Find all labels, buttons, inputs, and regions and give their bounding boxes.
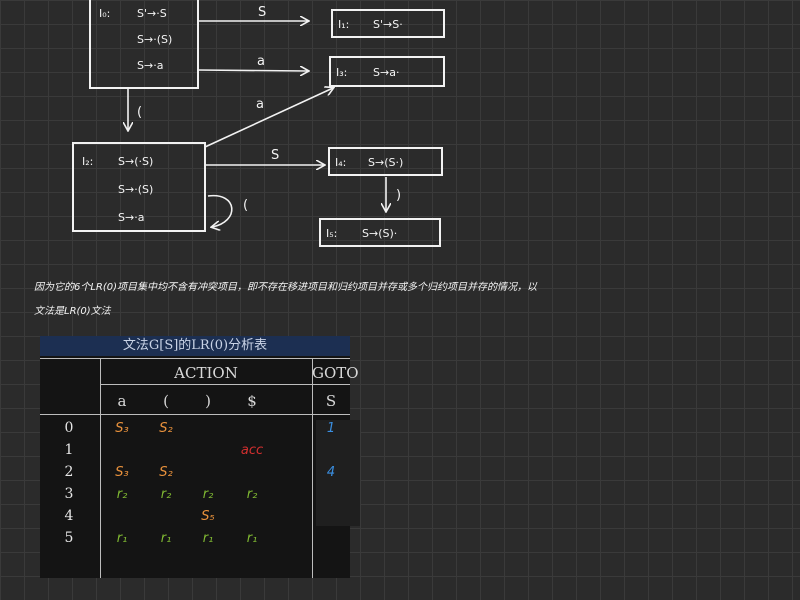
terminal-header: $ — [247, 392, 257, 410]
action-entry: r₁ — [160, 531, 172, 546]
transition-label: ( — [137, 105, 142, 120]
goto-entry: 1 — [326, 421, 336, 436]
transition-i2-self: ( — [207, 194, 248, 227]
action-entry: S₂ — [159, 465, 173, 480]
state-i3: I₃: S→a· — [329, 56, 445, 87]
transition-label: a — [257, 54, 265, 69]
state-i0: I₀: S'→·S S→·(S) S→·a — [89, 0, 199, 89]
transition-i2-i3: a — [204, 88, 333, 148]
transition-arrow — [197, 70, 308, 71]
action-entry: acc — [240, 443, 264, 458]
lr0-dfa-diagram: I₀: S'→·S S→·(S) S→·a I₁: S'→S· I₃: S→a·… — [72, 0, 445, 247]
action-entry: r₁ — [202, 531, 214, 546]
note-line: 因为它的6个LR(0)项目集中均不含有冲突项目，即不存在移进项目和归约项目并存或… — [34, 282, 538, 293]
terminal-header: a — [117, 392, 127, 410]
action-entry: r₂ — [116, 487, 128, 502]
state-i3-item: S→a· — [373, 66, 399, 79]
transition-i0-i1: S — [198, 5, 308, 21]
state-i4: I₄: S→(S·) — [328, 147, 443, 176]
state-number: 4 — [64, 508, 74, 524]
state-i2-item: S→·(S) — [118, 183, 153, 196]
transition-i0-i2: ( — [128, 88, 142, 130]
action-entry: r₁ — [246, 531, 258, 546]
parsing-table: 文法G[S]的LR(0)分析表 ACTION GOTO a () $ S 0 S₃ S₂ 1 1 ac… — [40, 336, 360, 578]
transition-i2-i4: S — [205, 148, 324, 165]
transition-arrow — [207, 194, 233, 227]
state-i2-item: S→(·S) — [118, 155, 153, 168]
state-number: 1 — [64, 442, 74, 458]
transition-label: S — [258, 5, 266, 20]
transition-arrow — [204, 88, 333, 148]
state-i4-item: S→(S·) — [368, 156, 403, 169]
table-rule — [40, 414, 350, 415]
goto-entry: 4 — [326, 465, 336, 480]
state-number: 3 — [64, 486, 74, 502]
nonterminal-header: S — [325, 392, 337, 410]
conclusion-note: 因为它的6个LR(0)项目集中均不含有冲突项目，即不存在移进项目和归约项目并存或… — [34, 276, 794, 324]
note-line: 文法是LR(0)文法 — [34, 306, 111, 317]
table-rule — [40, 358, 350, 359]
state-i0-item: S→·a — [137, 59, 163, 72]
transition-label: ( — [243, 198, 248, 213]
action-entry: r₂ — [160, 487, 172, 502]
action-header: ACTION — [174, 364, 238, 382]
state-i1-name: I₁: — [338, 18, 349, 31]
state-i0-name: I₀: — [99, 7, 110, 20]
action-entry: S₃ — [115, 421, 129, 436]
state-i4-name: I₄: — [335, 156, 346, 169]
action-entry: S₂ — [159, 421, 173, 436]
state-i5: I₅: S→(S)· — [319, 218, 441, 247]
terminal-header: ( — [163, 392, 169, 410]
state-i2: I₂: S→(·S) S→·(S) S→·a — [72, 142, 206, 232]
action-entry: r₂ — [202, 487, 214, 502]
state-number: 2 — [64, 464, 74, 480]
state-i5-item: S→(S)· — [362, 227, 397, 240]
action-entry: r₂ — [246, 487, 258, 502]
state-number: 0 — [64, 420, 74, 436]
table-title: 文法G[S]的LR(0)分析表 — [40, 336, 350, 356]
state-number: 5 — [64, 530, 74, 546]
terminal-header: ) — [205, 392, 211, 410]
transition-label: ) — [396, 188, 401, 203]
state-i5-name: I₅: — [326, 227, 337, 240]
transition-i4-i5: ) — [386, 177, 401, 211]
state-i2-item: S→·a — [118, 211, 144, 224]
action-entry: r₁ — [116, 531, 128, 546]
state-i1-item: S'→S· — [373, 18, 403, 31]
state-i1: I₁: S'→S· — [331, 9, 445, 38]
transition-i0-i3: a — [197, 54, 308, 71]
transition-label: a — [256, 97, 264, 112]
action-entry: S₅ — [201, 509, 215, 524]
action-entry: S₃ — [115, 465, 129, 480]
state-i2-name: I₂: — [82, 155, 93, 168]
transition-label: S — [271, 148, 279, 163]
goto-header: GOTO — [312, 364, 359, 382]
state-i0-item: S'→·S — [137, 7, 167, 20]
table-rule — [100, 358, 101, 578]
state-i3-name: I₃: — [336, 66, 347, 79]
state-i0-item: S→·(S) — [137, 33, 172, 46]
